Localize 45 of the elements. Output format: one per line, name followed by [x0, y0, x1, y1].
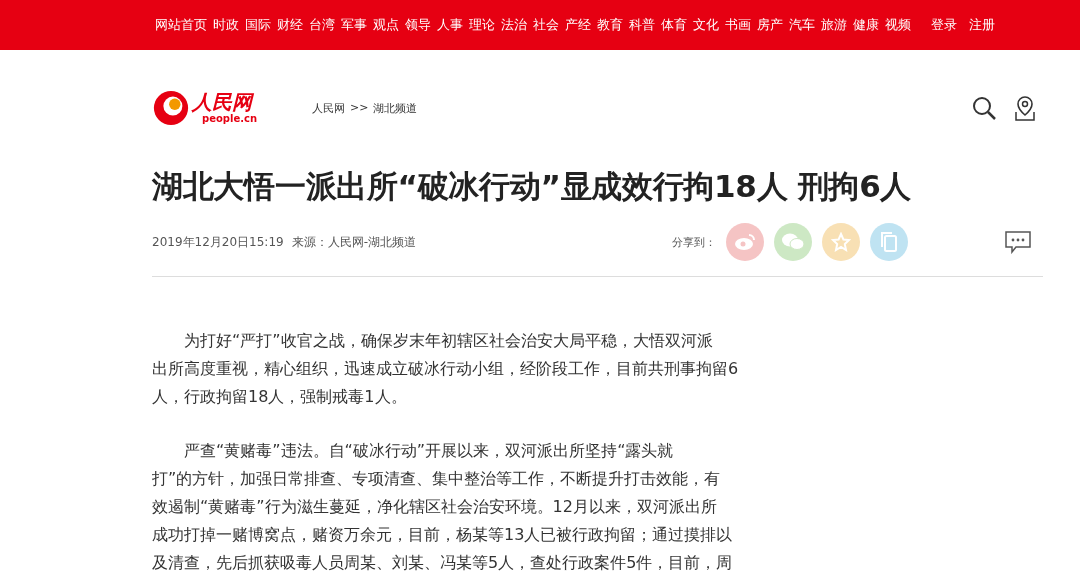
nav-link[interactable]: 教育 — [597, 16, 623, 34]
nav-link[interactable]: 人事 — [437, 16, 463, 34]
star-share-button[interactable] — [822, 223, 860, 261]
nav-link[interactable]: 科普 — [629, 16, 655, 34]
star-icon — [831, 232, 851, 252]
nav-link[interactable]: 时政 — [213, 16, 239, 34]
article-source: 来源：人民网-湖北频道 — [291, 233, 416, 251]
article-paragraph: 严查“黄赌毒”违法。自“破冰行动”开展以来，双河派出所坚持“露头就 打”的方针，加强日常排查、专项清查、集中整治等工作，不断提升打击效能，有 效遏制“黄赌毒”行为滋生蔓延，净化辖区社会治安环境。12月以来，双河派出所 成功打掉一赌博窝点，赌资万余元，目前，杨某等13人已被行政拘留；通过摸排以 及清查，先后抓获吸毒人员周某、刘某、冯某等5人，查处行政案件5件，目前，周 — [152, 440, 734, 574]
nav-link[interactable]: 国际 — [245, 16, 271, 34]
article-paragraph: 为打好“严打”收官之战，确保岁末年初辖区社会治安大局平稳，大悟双河派 出所高度重视，精心组织，迅速成立破冰行动小组，经阶段工作，目前共刑事拘留6 人，行政拘留18人，强制戒毒1人。 — [152, 330, 740, 408]
logo-icon[interactable] — [152, 89, 190, 127]
nav-link[interactable]: 网站首页 — [155, 16, 207, 34]
weibo-icon — [734, 233, 756, 251]
nav-link[interactable]: 产经 — [565, 16, 591, 34]
nav-link[interactable]: 文化 — [693, 16, 719, 34]
account-link[interactable]: 注册 — [969, 16, 995, 34]
nav-link[interactable]: 汽车 — [789, 16, 815, 34]
breadcrumb-item[interactable]: 湖北频道 — [373, 100, 418, 116]
nav-link[interactable]: 社会 — [533, 16, 559, 34]
nav-link[interactable]: 书画 — [725, 16, 751, 34]
article-title: 湖北大悟一派出所“破冰行动”显成效行拘18人 刑拘6人 — [152, 167, 913, 206]
nav-link[interactable]: 财经 — [277, 16, 303, 34]
share-label: 分享到： — [672, 234, 716, 250]
breadcrumb-item[interactable]: 人民网 — [312, 100, 345, 116]
nav-link[interactable]: 旅游 — [821, 16, 847, 34]
nav-link[interactable]: 观点 — [373, 16, 399, 34]
location-pin-icon[interactable] — [1013, 95, 1037, 121]
breadcrumb-item: >> — [350, 100, 369, 116]
nav-link[interactable]: 体育 — [661, 16, 687, 34]
publish-date: 2019年12月20日15:19 — [152, 233, 284, 251]
nav-link[interactable]: 军事 — [341, 16, 367, 34]
nav-link[interactable]: 领导 — [405, 16, 431, 34]
nav-link[interactable]: 法治 — [501, 16, 527, 34]
nav-link[interactable]: 理论 — [469, 16, 495, 34]
search-icon[interactable] — [971, 95, 997, 121]
copy-icon — [880, 231, 898, 253]
account-link[interactable]: 登录 — [931, 16, 957, 34]
nav-link[interactable]: 台湾 — [309, 16, 335, 34]
nav-link[interactable]: 健康 — [853, 16, 879, 34]
logo-text[interactable]: 人民网 — [192, 91, 258, 113]
nav-link[interactable]: 房产 — [757, 16, 783, 34]
comment-icon[interactable] — [1004, 230, 1032, 254]
nav-link[interactable]: 视频 — [885, 16, 911, 34]
logo-domain[interactable]: people.cn — [192, 113, 258, 125]
chat-bubbles-icon — [781, 232, 805, 252]
